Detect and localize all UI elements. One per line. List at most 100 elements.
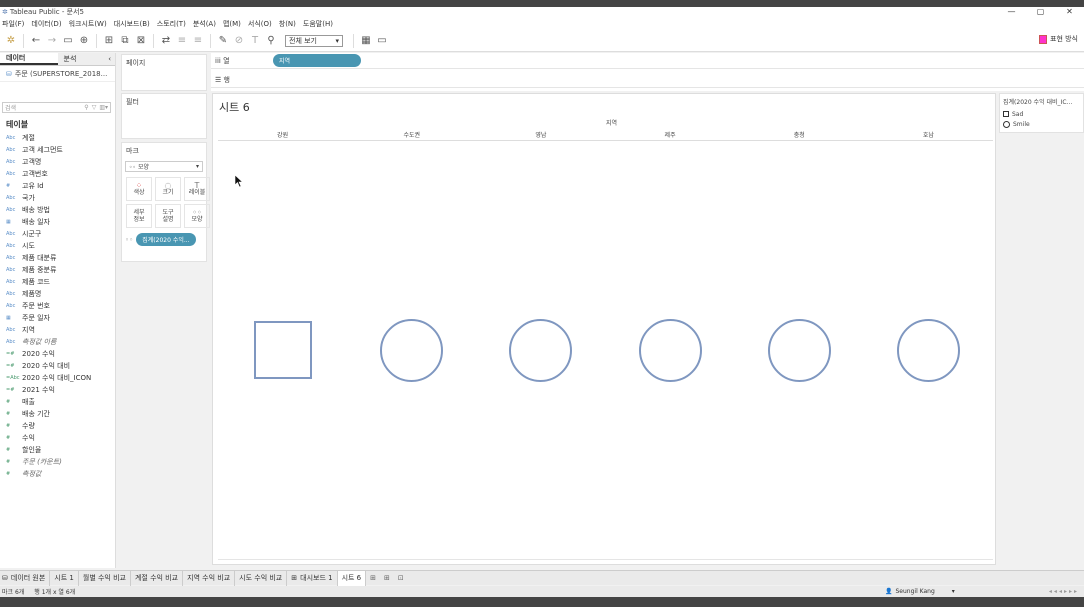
duplicate-sheet-icon[interactable]: ⧉ bbox=[117, 33, 133, 49]
rows-shelf[interactable]: ☰ 행 bbox=[211, 72, 1084, 88]
field-item[interactable]: Abc 제품명 bbox=[0, 288, 115, 300]
field-item[interactable]: # 측정값 bbox=[0, 468, 115, 480]
save-icon[interactable]: ▭ bbox=[60, 33, 76, 49]
label-icon[interactable]: T bbox=[247, 33, 263, 49]
undo-icon[interactable]: ← bbox=[28, 33, 44, 49]
swap-icon[interactable]: ⇄ bbox=[158, 33, 174, 49]
menu-map[interactable]: 맵(M) bbox=[223, 19, 241, 29]
show-me-button[interactable]: 표현 방식 bbox=[1039, 34, 1078, 44]
columns-shelf[interactable]: iii 열 지역 bbox=[211, 53, 1084, 69]
sort-descending-icon[interactable]: ≡ bbox=[190, 33, 206, 49]
legend-item[interactable]: Smile bbox=[1003, 119, 1080, 129]
tab-dashboard-1[interactable]: ⊞ 대시보드 1 bbox=[287, 570, 338, 586]
field-item[interactable]: Abc 측정값 이름 bbox=[0, 336, 115, 348]
new-worksheet-icon[interactable]: ⊞ bbox=[366, 571, 380, 586]
field-item[interactable]: # 고유 Id bbox=[0, 180, 115, 192]
field-item[interactable]: Abc 제품 중분류 bbox=[0, 264, 115, 276]
field-item[interactable]: Abc 제품 코드 bbox=[0, 276, 115, 288]
field-item[interactable]: =# 2020 수익 대비 bbox=[0, 360, 115, 372]
presentation-mode-icon[interactable]: ▭ bbox=[374, 33, 390, 49]
field-item[interactable]: Abc 주문 번호 bbox=[0, 300, 115, 312]
marks-shape-button[interactable]: ◦◦ 모양 bbox=[184, 204, 210, 228]
shape-legend[interactable]: 집계(2020 수익 대비_IC... Sad Smile bbox=[999, 93, 1084, 133]
tab-season-profit[interactable]: 계절 수익 비교 bbox=[131, 570, 184, 586]
field-item[interactable]: Abc 고객 세그먼트 bbox=[0, 144, 115, 156]
field-item[interactable]: # 주문 (카운트) bbox=[0, 456, 115, 468]
tab-datasource[interactable]: ⛁ 데이터 원본 bbox=[0, 570, 51, 586]
tab-province-profit[interactable]: 시도 수익 비교 bbox=[235, 570, 288, 586]
field-item[interactable]: # 배송 기간 bbox=[0, 408, 115, 420]
filter-icon[interactable]: ▽ bbox=[92, 104, 97, 111]
pin-icon[interactable]: ⚲ bbox=[263, 33, 279, 49]
field-item[interactable]: Abc 시군구 bbox=[0, 228, 115, 240]
filters-card[interactable]: 필터 bbox=[121, 93, 207, 139]
menu-data[interactable]: 데이터(D) bbox=[31, 19, 61, 29]
minimize-button[interactable]: — bbox=[997, 7, 1026, 17]
field-item[interactable]: Abc 지역 bbox=[0, 324, 115, 336]
redo-icon[interactable]: → bbox=[44, 33, 60, 49]
new-worksheet-icon[interactable]: ⊞ bbox=[101, 33, 117, 49]
field-item[interactable]: # 매출 bbox=[0, 396, 115, 408]
square-mark[interactable] bbox=[253, 321, 312, 379]
field-item[interactable]: # 할인율 bbox=[0, 444, 115, 456]
menu-analysis[interactable]: 분석(A) bbox=[193, 19, 216, 29]
new-datasource-icon[interactable]: ⊕ bbox=[76, 33, 92, 49]
menu-worksheet[interactable]: 워크시트(W) bbox=[69, 19, 107, 29]
legend-item[interactable]: Sad bbox=[1003, 109, 1080, 119]
field-item[interactable]: Abc 고객번호 bbox=[0, 168, 115, 180]
maximize-button[interactable]: ▢ bbox=[1026, 7, 1055, 17]
circle-mark[interactable] bbox=[380, 319, 444, 382]
sort-ascending-icon[interactable]: ≡ bbox=[174, 33, 190, 49]
menu-file[interactable]: 파일(F) bbox=[2, 19, 24, 29]
field-item[interactable]: Abc 제품 대분류 bbox=[0, 252, 115, 264]
marks-tooltip-button[interactable]: 도구 설명 bbox=[155, 204, 181, 228]
search-input[interactable]: 검색 bbox=[5, 103, 84, 112]
tab-data[interactable]: 데이터 bbox=[0, 53, 58, 65]
tab-region-profit[interactable]: 지역 수익 비교 bbox=[183, 570, 236, 586]
columns-pill-region[interactable]: 지역 bbox=[273, 54, 361, 67]
menu-story[interactable]: 스토리(T) bbox=[157, 19, 186, 29]
field-item[interactable]: =# 2020 수익 bbox=[0, 348, 115, 360]
field-item[interactable]: ▦ 배송 일자 bbox=[0, 216, 115, 228]
field-item[interactable]: Abc 시도 bbox=[0, 240, 115, 252]
field-item[interactable]: Abc 배송 방법 bbox=[0, 204, 115, 216]
highlight-icon[interactable]: ✎ bbox=[215, 33, 231, 49]
field-item[interactable]: ▦ 주문 일자 bbox=[0, 312, 115, 324]
circle-mark[interactable] bbox=[767, 319, 831, 382]
circle-mark[interactable] bbox=[638, 319, 702, 382]
sheet-navigation[interactable]: ◂◂◂▸▸▸ bbox=[1049, 588, 1079, 595]
new-dashboard-icon[interactable]: ⊞ bbox=[380, 571, 394, 586]
field-item[interactable]: # 수량 bbox=[0, 420, 115, 432]
group-icon[interactable]: ⊘ bbox=[231, 33, 247, 49]
tableau-home-icon[interactable]: ✲ bbox=[3, 33, 19, 49]
datasource-item[interactable]: ⛁ 주문 (SUPERSTORE_2018... bbox=[0, 66, 115, 82]
menu-dashboard[interactable]: 대시보드(B) bbox=[114, 19, 150, 29]
marks-detail-button[interactable]: 세부 정보 bbox=[126, 204, 152, 228]
tab-monthly-profit[interactable]: 월별 수익 비교 bbox=[79, 570, 131, 586]
view-options-icon[interactable]: ▥▾ bbox=[99, 104, 108, 111]
tab-sheet-6[interactable]: 시트 6 bbox=[337, 570, 367, 586]
marks-color-button[interactable]: ⁘ 색상 bbox=[126, 177, 152, 201]
marks-label-button[interactable]: T 레이블 bbox=[184, 177, 210, 201]
tab-sheet-1[interactable]: 시트 1 bbox=[50, 570, 79, 586]
field-item[interactable]: Abc 국가 bbox=[0, 192, 115, 204]
menu-window[interactable]: 창(N) bbox=[279, 19, 296, 29]
collapse-icon[interactable]: ‹ bbox=[108, 55, 115, 63]
marks-size-button[interactable]: ◌ 크기 bbox=[155, 177, 181, 201]
menu-format[interactable]: 서식(O) bbox=[248, 19, 272, 29]
new-story-icon[interactable]: ⊡ bbox=[394, 571, 408, 586]
search-icon[interactable]: ⚲ bbox=[84, 104, 88, 111]
circle-mark[interactable] bbox=[896, 319, 960, 382]
field-item[interactable]: # 수익 bbox=[0, 432, 115, 444]
menu-help[interactable]: 도움말(H) bbox=[303, 19, 333, 29]
field-item[interactable]: =Abc 2020 수익 대비_ICON bbox=[0, 372, 115, 384]
view-size-select[interactable]: 전체 보기 ▾ bbox=[285, 34, 343, 47]
user-menu[interactable]: 👤 Seungil Kang ▾ bbox=[885, 588, 955, 595]
marks-shape-pill[interactable]: 집계(2020 수익... bbox=[136, 233, 196, 246]
field-item[interactable]: Abc 계절 bbox=[0, 132, 115, 144]
field-item[interactable]: Abc 고객명 bbox=[0, 156, 115, 168]
mark-type-select[interactable]: ◦◦ 모양 ▾ bbox=[125, 161, 203, 172]
pages-card[interactable]: 페이지 bbox=[121, 54, 207, 91]
tab-analysis[interactable]: 분석 ‹ bbox=[57, 53, 115, 65]
close-button[interactable]: ✕ bbox=[1055, 7, 1084, 17]
